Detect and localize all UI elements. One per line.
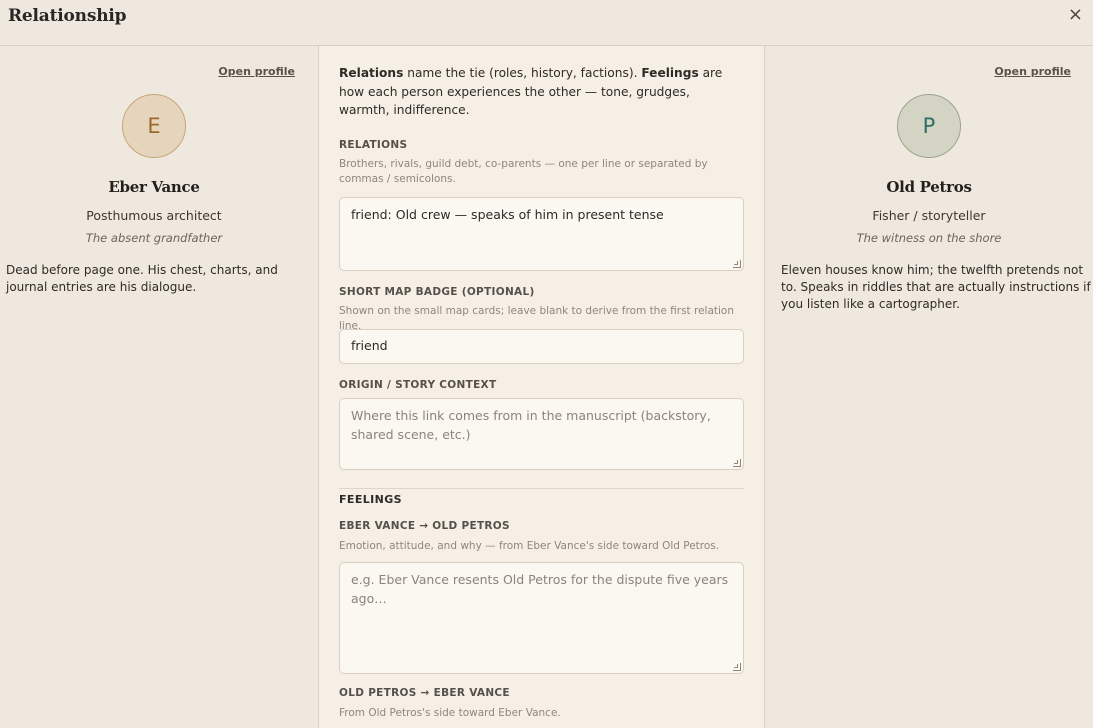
right-person-panel: Open profile P Old Petros Fisher / story… — [765, 46, 1093, 728]
intro-relations-word: Relations — [339, 66, 404, 80]
avatar: E — [122, 94, 186, 158]
person-description: Dead before page one. His chest, charts,… — [6, 263, 278, 294]
feeling-a-to-b-placeholder: e.g. Eber Vance resents Old Petros for t… — [351, 572, 729, 606]
avatar-initial: P — [922, 114, 936, 138]
badge-label: SHORT MAP BADGE (OPTIONAL) — [339, 286, 535, 298]
relations-textarea[interactable]: friend: Old crew — speaks of him in pres… — [339, 197, 744, 271]
person-description: Eleven houses know him; the twelfth pret… — [781, 263, 1091, 311]
origin-textarea[interactable]: Where this link comes from in the manusc… — [339, 398, 744, 470]
person-tagline: The absent grandfather — [85, 231, 223, 245]
section-divider — [339, 488, 744, 489]
open-profile-link-left[interactable]: Open profile — [218, 65, 295, 78]
badge-input[interactable]: friend — [339, 329, 744, 364]
feelings-heading: FEELINGS — [339, 493, 403, 506]
resize-handle-icon[interactable] — [733, 663, 741, 671]
feeling-a-to-b-help: Emotion, attitude, and why — from Eber V… — [339, 540, 720, 552]
intro-text: Relations name the tie (roles, history, … — [339, 64, 729, 120]
person-name: Eber Vance — [108, 178, 200, 196]
person-name: Old Petros — [886, 178, 972, 196]
feeling-a-to-b-label: EBER VANCE → OLD PETROS — [339, 520, 510, 532]
intro-relations-text: name the tie (roles, history, factions). — [403, 66, 642, 80]
open-profile-link-right[interactable]: Open profile — [994, 65, 1071, 78]
dialog-header: Relationship × — [0, 0, 1093, 46]
avatar: P — [897, 94, 961, 158]
badge-value: friend — [351, 338, 388, 353]
feeling-b-to-a-label: OLD PETROS → EBER VANCE — [339, 687, 510, 699]
origin-label: ORIGIN / STORY CONTEXT — [339, 379, 497, 391]
intro-feelings-word: Feelings — [641, 66, 699, 80]
origin-placeholder: Where this link comes from in the manusc… — [351, 408, 711, 442]
left-person-panel: Open profile E Eber Vance Posthumous arc… — [0, 46, 319, 728]
relationship-form: Relations name the tie (roles, history, … — [319, 46, 765, 728]
avatar-initial: E — [147, 114, 161, 138]
relations-value: friend: Old crew — speaks of him in pres… — [351, 207, 664, 222]
close-icon[interactable]: × — [1068, 4, 1083, 26]
person-role: Posthumous architect — [86, 208, 222, 223]
relations-help: Brothers, rivals, guild debt, co-parents… — [339, 158, 708, 185]
resize-handle-icon[interactable] — [733, 260, 741, 268]
person-tagline: The witness on the shore — [856, 231, 1002, 245]
person-role: Fisher / storyteller — [872, 208, 986, 223]
relations-label: RELATIONS — [339, 139, 408, 151]
feeling-a-to-b-textarea[interactable]: e.g. Eber Vance resents Old Petros for t… — [339, 562, 744, 674]
feeling-b-to-a-help: From Old Petros's side toward Eber Vance… — [339, 707, 561, 719]
resize-handle-icon[interactable] — [733, 459, 741, 467]
dialog-title: Relationship — [8, 6, 127, 26]
